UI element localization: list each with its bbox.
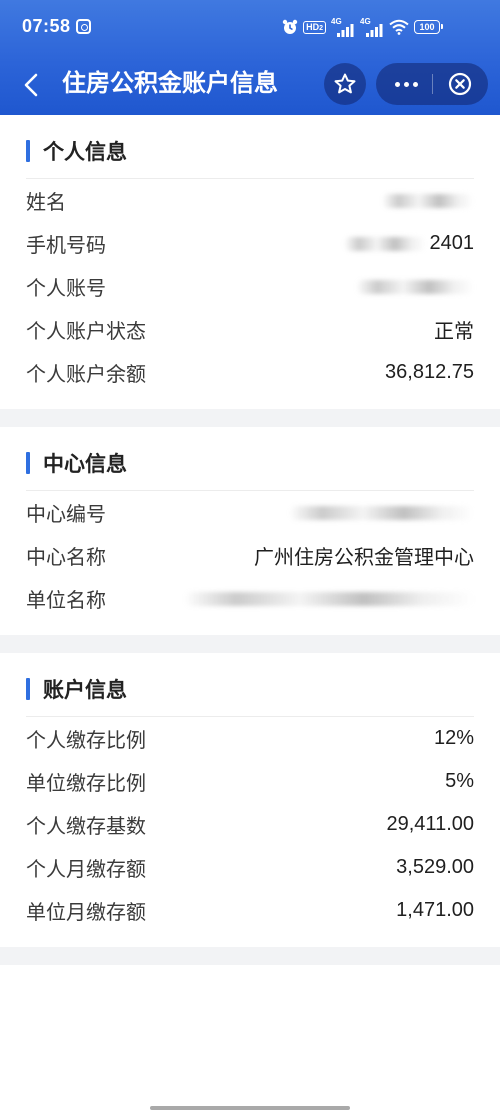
row-account-number: 个人账号 — [26, 265, 474, 308]
row-personal-monthly: 个人月缴存额 3,529.00 — [26, 846, 474, 889]
row-account-balance: 个人账户余额 36,812.75 — [26, 351, 474, 394]
mini-program-capsule — [376, 63, 488, 105]
more-dots-icon — [394, 81, 400, 87]
row-employer-rate: 单位缴存比例 5% — [26, 760, 474, 803]
row-label: 个人账户余额 — [26, 364, 146, 386]
row-value — [184, 591, 474, 606]
signal-bars-icon — [366, 24, 383, 37]
row-label: 个人账户状态 — [26, 321, 146, 343]
row-value: 5% — [445, 770, 474, 792]
row-label: 姓名 — [26, 192, 66, 214]
row-label: 中心名称 — [26, 547, 106, 569]
row-value: 29,411.00 — [386, 813, 475, 835]
page-title: 住房公积金账户信息 — [62, 70, 278, 97]
row-value: 36,812.75 — [385, 361, 474, 383]
row-account-status: 个人账户状态 正常 — [26, 308, 474, 351]
row-value: 12% — [433, 727, 474, 749]
row-personal-rate: 个人缴存比例 12% — [26, 717, 474, 760]
star-outline-icon — [334, 73, 356, 94]
hd-sub-label: 2 — [319, 24, 323, 32]
close-button[interactable] — [438, 63, 482, 105]
row-value: 1,471.00 — [396, 899, 474, 921]
row-label: 个人月缴存额 — [26, 859, 146, 881]
capsule-divider — [432, 74, 433, 94]
more-dots-icon — [403, 81, 409, 87]
section-title: 个人信息 — [43, 141, 127, 164]
row-label: 单位缴存比例 — [26, 773, 146, 795]
nav-bar: 住房公积金账户信息 — [0, 55, 500, 115]
row-label: 中心编号 — [26, 504, 106, 526]
phone-tail-digits: 2401 — [429, 232, 475, 254]
row-value: 3,529.00 — [396, 856, 474, 878]
chevron-left-icon — [24, 73, 38, 97]
app-header: 07:58 HD 2 4G 4G 100 住房公积金账户信息 — [0, 0, 500, 115]
row-employer-monthly: 单位月缴存额 1,471.00 — [26, 889, 474, 932]
row-value: 2401 — [343, 232, 475, 255]
home-indicator[interactable] — [150, 1106, 350, 1110]
section-gap — [0, 947, 500, 965]
hd-label: HD — [306, 21, 320, 32]
battery-level: 100 — [419, 22, 435, 32]
hd-voice-icon: HD 2 — [303, 20, 326, 34]
row-value — [356, 279, 474, 294]
more-dots-icon — [412, 81, 418, 87]
section-gap — [0, 635, 500, 653]
redacted-value — [184, 591, 474, 606]
redacted-value — [343, 236, 426, 251]
close-circle-icon — [448, 72, 472, 96]
row-label: 手机号码 — [26, 235, 106, 257]
row-employer-name: 单位名称 — [26, 577, 474, 620]
row-label: 单位名称 — [26, 590, 106, 612]
row-label: 个人缴存基数 — [26, 816, 146, 838]
row-label: 个人账号 — [26, 278, 106, 300]
row-center-name: 中心名称 广州住房公积金管理中心 — [26, 534, 474, 577]
row-contribution-base: 个人缴存基数 29,411.00 — [26, 803, 474, 846]
section-accent-bar — [26, 452, 30, 474]
status-time: 07:58 — [22, 16, 71, 36]
row-label: 个人缴存比例 — [26, 730, 146, 752]
row-center-code: 中心编号 — [26, 491, 474, 534]
signal-icon: 4G — [360, 17, 384, 37]
section-accent-bar — [26, 678, 30, 700]
redacted-value — [382, 193, 474, 208]
app-notification-icon — [76, 19, 91, 34]
section-accent-bar — [26, 140, 30, 162]
section-title: 中心信息 — [43, 453, 127, 476]
section-title: 账户信息 — [43, 679, 127, 702]
alarm-icon — [282, 19, 298, 34]
row-value: 广州住房公积金管理中心 — [254, 547, 474, 569]
back-button[interactable] — [18, 70, 46, 100]
section-header: 个人信息 — [26, 131, 474, 171]
section-header: 账户信息 — [26, 669, 474, 709]
redacted-value — [289, 505, 474, 520]
section-gap — [0, 409, 500, 427]
section-header: 中心信息 — [26, 443, 474, 483]
row-label: 单位月缴存额 — [26, 902, 146, 924]
row-value — [289, 505, 474, 520]
row-phone: 手机号码 2401 — [26, 222, 474, 265]
favorite-button[interactable] — [324, 63, 366, 105]
signal-bars-icon — [337, 24, 354, 37]
center-info-card: 中心信息 中心编号 中心名称 广州住房公积金管理中心 单位名称 — [0, 427, 500, 635]
row-value: 正常 — [434, 321, 474, 343]
battery-icon: 100 — [414, 20, 443, 34]
status-bar: 07:58 HD 2 4G 4G 100 — [0, 0, 500, 55]
redacted-value — [356, 279, 474, 294]
row-name: 姓名 — [26, 179, 474, 222]
account-info-card: 账户信息 个人缴存比例 12% 单位缴存比例 5% 个人缴存基数 29,411.… — [0, 653, 500, 947]
more-button[interactable] — [384, 63, 428, 105]
wifi-icon — [389, 19, 409, 35]
signal-icon: 4G — [331, 17, 355, 37]
status-icons: HD 2 4G 4G 100 — [282, 15, 443, 39]
personal-info-card: 个人信息 姓名 手机号码 2401 个人账号 个人账户状态 正常 个人账户余额 … — [0, 115, 500, 409]
row-value — [382, 193, 474, 208]
